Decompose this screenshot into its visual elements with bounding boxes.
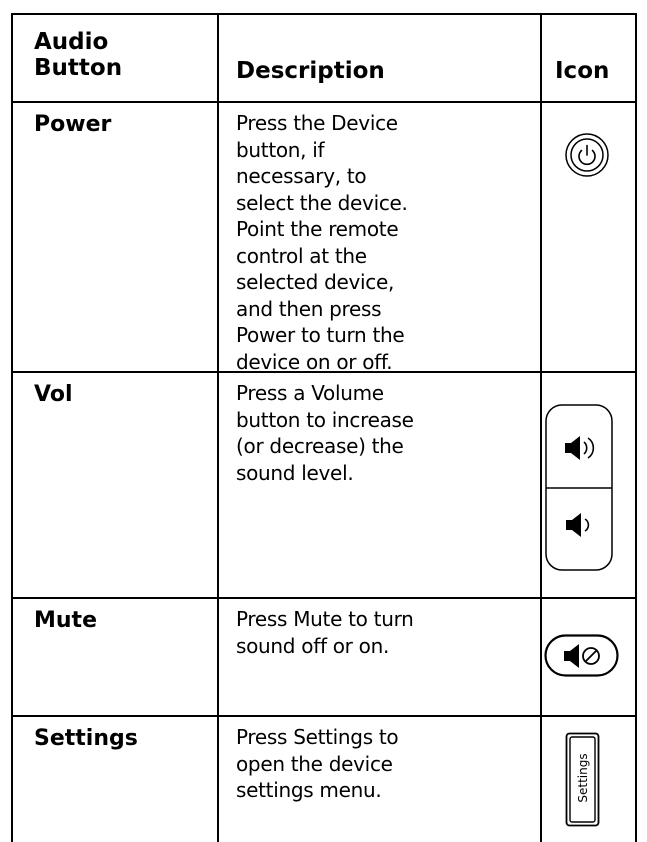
row-description-power: Press the Device button, if necessary, t… xyxy=(236,111,408,374)
header-description: Description xyxy=(236,58,385,84)
power-button-icon xyxy=(564,132,610,182)
row-description-vol: Press a Volume button to increase (or de… xyxy=(236,381,414,485)
row-description-settings: Press Settings to open the device settin… xyxy=(236,725,399,802)
mute-button-icon xyxy=(544,634,620,682)
header-icon: Icon xyxy=(555,58,610,84)
table-top-border xyxy=(11,13,637,15)
row-description-mute: Press Mute to turn sound off or on. xyxy=(236,607,414,658)
row-vol-bottom-border xyxy=(11,597,637,599)
table-right-border xyxy=(635,13,637,842)
row-name-settings: Settings xyxy=(34,726,138,751)
volume-rocker-icon xyxy=(544,404,616,576)
column-divider-2 xyxy=(540,13,542,842)
row-name-power: Power xyxy=(34,112,112,137)
table-left-border xyxy=(11,13,13,842)
row-name-vol: Vol xyxy=(34,382,73,407)
header-bottom-border xyxy=(11,101,637,103)
row-mute-bottom-border xyxy=(11,715,637,717)
settings-button-icon: Settings xyxy=(565,732,601,832)
row-name-mute: Mute xyxy=(34,608,97,633)
header-audio-button: Audio Button xyxy=(34,29,123,81)
settings-button-label: Settings xyxy=(576,753,590,803)
column-divider-1 xyxy=(217,13,219,842)
